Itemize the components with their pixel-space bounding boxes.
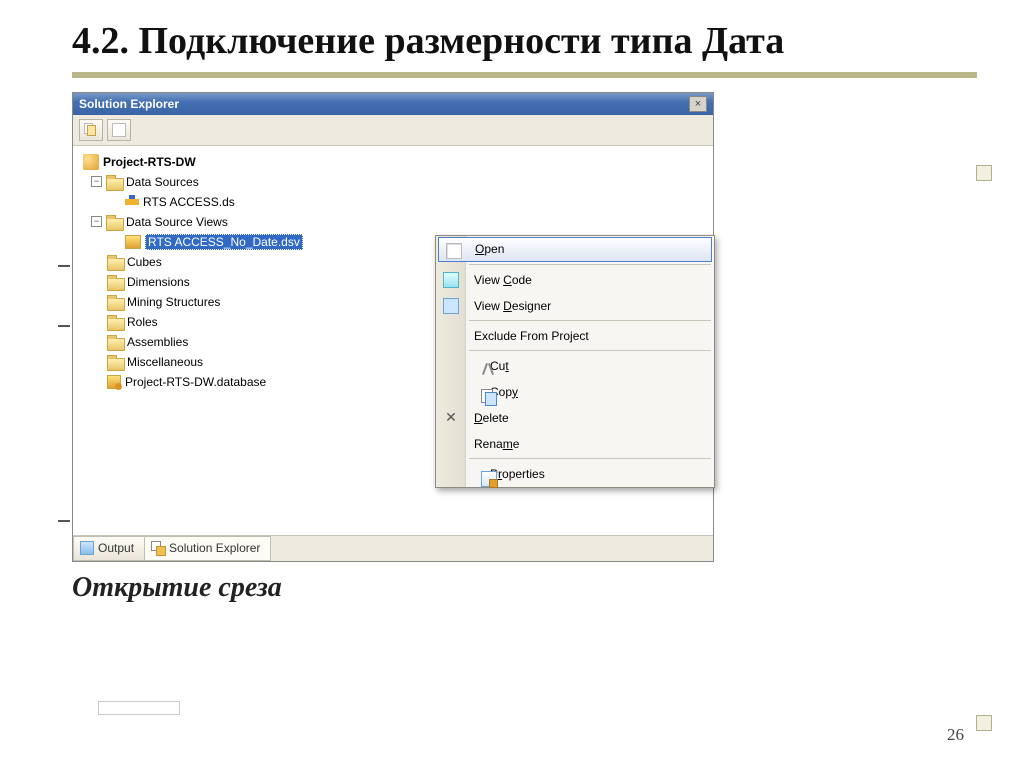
tree-node-mining[interactable]: Mining Structures [127,295,220,309]
page-icon [112,123,126,137]
menu-exclude-label: Exclude From Project [474,329,589,343]
panel-toolbar [73,115,713,146]
folder-icon [107,315,123,329]
dsv-icon [125,235,141,249]
tree-node-dsv[interactable]: Data Source Views [126,215,228,229]
heading-underline [72,72,977,78]
delete-icon: ✕ [443,410,459,426]
bullet-dash [58,520,70,522]
copy-icon [84,123,98,137]
project-icon [83,154,99,170]
folder-icon [106,175,122,189]
decorative-rect [98,701,180,715]
tab-solexp-label: Solution Explorer [169,541,260,555]
deco-square-bottom [976,715,992,731]
tree-node-cubes[interactable]: Cubes [127,255,162,269]
bottom-tabs: Output Solution Explorer [73,535,713,561]
menu-item-exclude[interactable]: Exclude From Project [436,323,714,349]
toolbar-btn-1[interactable] [79,119,103,141]
menu-item-cut[interactable]: Cut [436,353,714,379]
menu-item-open[interactable]: Open [438,237,712,262]
output-icon [80,541,94,555]
slide-heading: 4.2. Подключение размерности типа Дата [72,20,974,64]
folder-icon [107,335,123,349]
tree-node-misc[interactable]: Miscellaneous [127,355,203,369]
folder-icon [107,275,123,289]
tree-project[interactable]: Project-RTS-DW [103,155,196,169]
folder-icon [106,215,122,229]
folder-icon [107,295,123,309]
properties-icon [481,471,497,487]
folder-icon [107,355,123,369]
expand-toggle[interactable]: − [91,216,102,227]
expand-toggle[interactable]: − [91,176,102,187]
data-source-icon [125,195,139,209]
tree-item-rts-access-ds[interactable]: RTS ACCESS.ds [143,195,235,209]
panel-titlebar: Solution Explorer × [73,93,713,115]
code-icon [443,272,459,288]
bullet-dash [58,325,70,327]
deco-square-top [976,165,992,181]
menu-item-rename[interactable]: Rename [436,431,714,457]
folder-icon [107,255,123,269]
menu-item-copy[interactable]: Copy [436,379,714,405]
copy-icon [481,389,497,405]
tab-solution-explorer[interactable]: Solution Explorer [144,536,271,561]
menu-item-delete[interactable]: ✕ Delete [436,405,714,431]
tab-output[interactable]: Output [73,536,145,561]
menu-item-view-designer[interactable]: View Designer [436,293,714,319]
toolbar-btn-2[interactable] [107,119,131,141]
open-icon [446,243,462,259]
slide-caption: Открытие среза [72,572,974,604]
solution-explorer-panel: Solution Explorer × Project-RTS-DW − [72,92,714,562]
bullet-dash [58,265,70,267]
close-icon[interactable]: × [689,96,707,112]
tree-node-dimensions[interactable]: Dimensions [127,275,190,289]
tree-item-rts-access-dsv[interactable]: RTS ACCESS_No_Date.dsv [145,234,303,250]
tree-node-assemblies[interactable]: Assemblies [127,335,188,349]
tree-node-roles[interactable]: Roles [127,315,158,329]
page-number: 26 [947,725,964,745]
tree-item-database[interactable]: Project-RTS-DW.database [125,375,266,389]
menu-item-properties[interactable]: Properties [436,461,714,487]
panel-title: Solution Explorer [79,97,179,111]
designer-icon [443,298,459,314]
solution-explorer-icon [151,541,165,555]
database-file-icon [107,375,121,389]
menu-item-view-code[interactable]: View Code [436,267,714,293]
tree-node-data-sources[interactable]: Data Sources [126,175,199,189]
cut-icon [481,363,497,379]
context-menu: Open View Code View Designer Exclude Fro… [435,235,715,488]
tab-output-label: Output [98,541,134,555]
